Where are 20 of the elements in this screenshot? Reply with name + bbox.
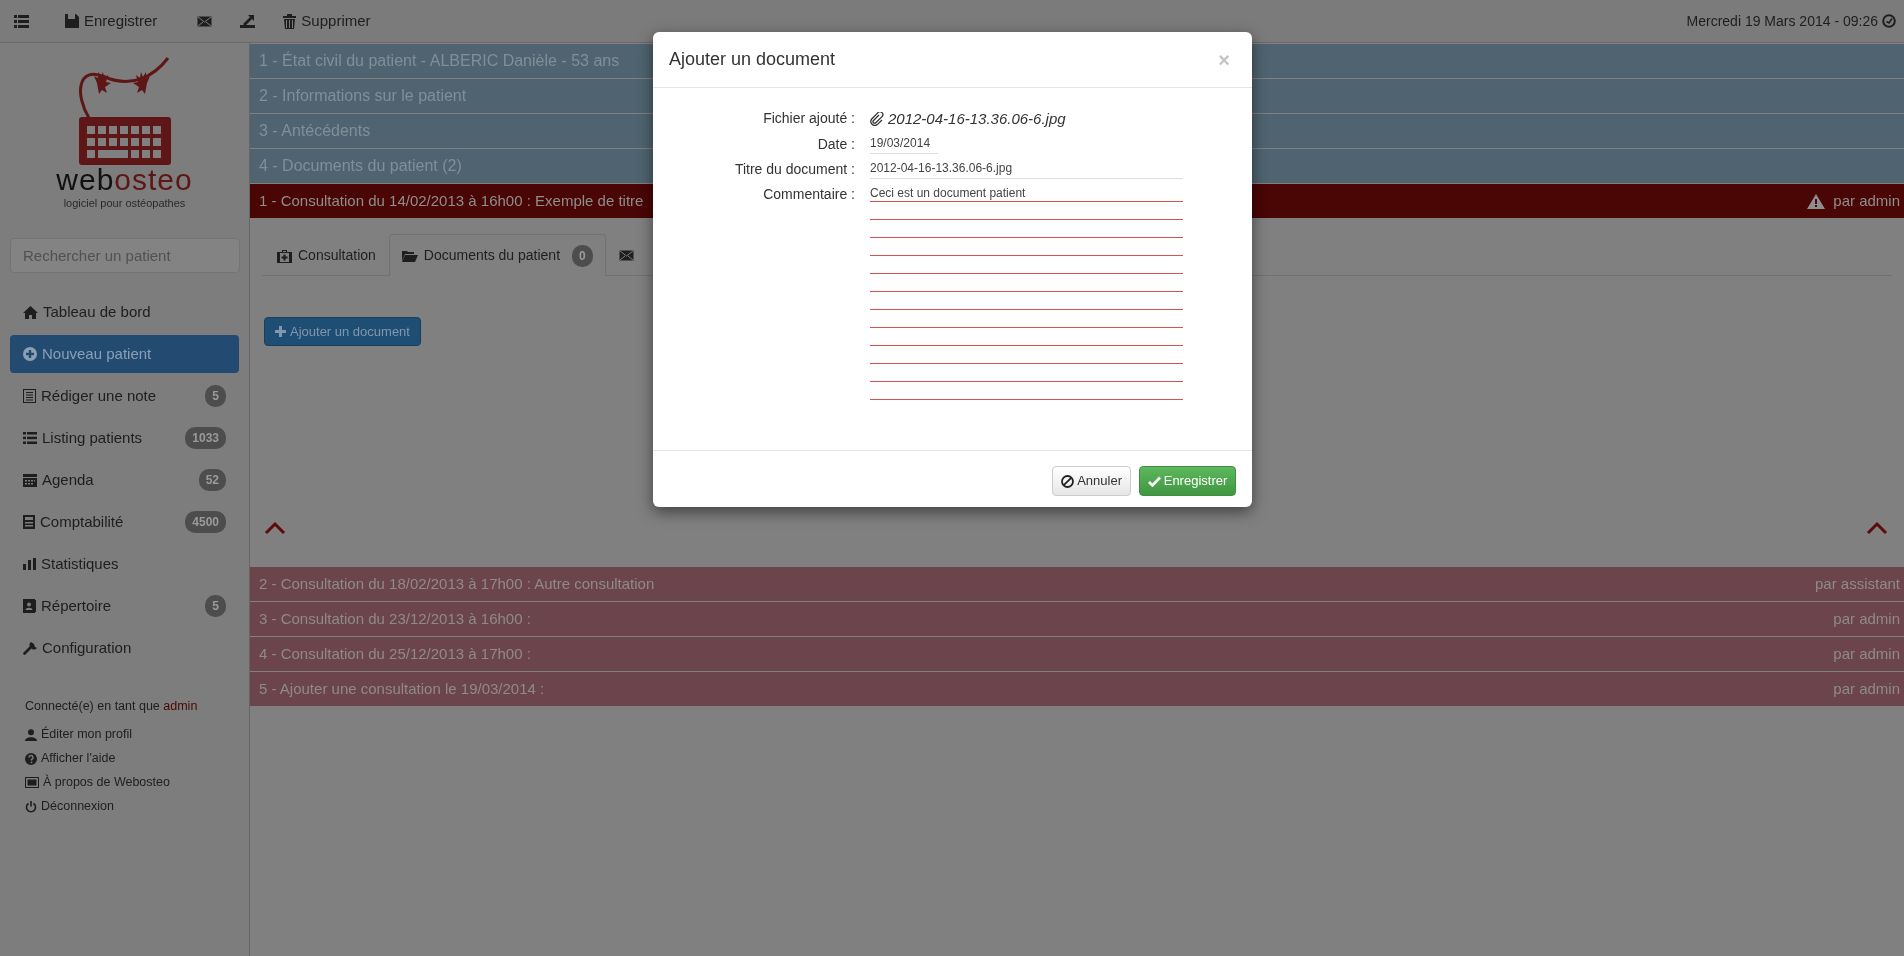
author-label: par admin bbox=[1833, 608, 1900, 629]
date-time: Mercredi 19 Mars 2014 - 09:26 bbox=[1686, 11, 1878, 31]
author-label: par admin bbox=[1833, 643, 1900, 664]
connected-as-text: Connecté(e) en tant que admin bbox=[25, 698, 199, 715]
logo-wordmark: webosteo bbox=[56, 165, 193, 195]
field-label: Commentaire : bbox=[762, 184, 855, 204]
author-label: par assistant bbox=[1814, 573, 1900, 594]
field-label: Fichier ajouté : bbox=[762, 109, 855, 128]
author-label: par admin bbox=[1833, 678, 1900, 699]
count-badge: 1033 bbox=[185, 427, 226, 449]
author-label: par admin bbox=[1833, 190, 1900, 211]
count-badge: 0 bbox=[572, 244, 593, 267]
logo-tagline: logiciel pour ostéopathes bbox=[63, 196, 186, 211]
count-badge: 5 bbox=[205, 385, 226, 407]
count-badge: 4500 bbox=[185, 511, 226, 533]
count-badge: 52 bbox=[198, 469, 226, 491]
field-label: Titre du document : bbox=[733, 159, 855, 179]
modal-title: Ajouter un document bbox=[669, 48, 836, 71]
count-badge: 5 bbox=[205, 595, 226, 617]
file-name: 2012-04-16-13.36.06-6.jpg bbox=[888, 109, 1066, 129]
